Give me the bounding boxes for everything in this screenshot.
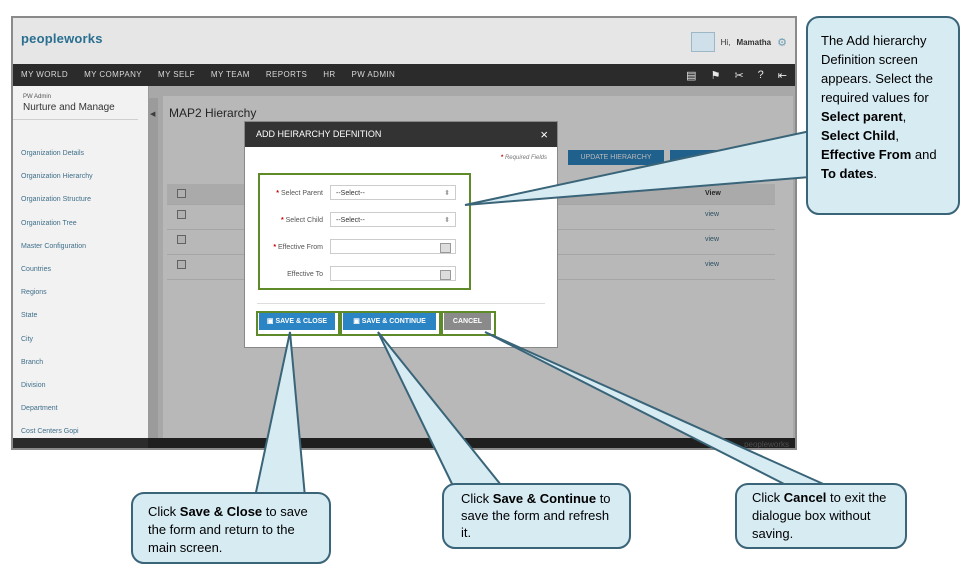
callout-text: and (911, 147, 937, 162)
callout-bold-text: Save & Close (179, 504, 263, 519)
callout-bold-text: Select parent (821, 109, 903, 124)
cancel-callout-pointer (484, 331, 831, 488)
callout-bold-text: Select Child (821, 128, 896, 143)
callout-text: , (895, 128, 900, 143)
callout-bold-text: Effective From (821, 147, 912, 162)
save-close-callout: Click Save & Close to save the form and … (131, 492, 331, 564)
callout-text: Click (148, 504, 180, 519)
callout-text: Click (461, 491, 493, 506)
cancel-callout: Click Cancel to exit the dialogue box wi… (735, 483, 907, 549)
callout-bold-text: Cancel (783, 490, 827, 505)
callout-text: Click (752, 490, 784, 505)
top-callout-pointer (464, 128, 837, 206)
callout-bold-text: Save & Continue (492, 491, 597, 506)
save-continue-callout: Click Save & Continue to save the form a… (442, 483, 631, 549)
save-close-callout-pointer (253, 331, 307, 498)
callout-text: The Add hierarchy Definition screen appe… (821, 33, 934, 105)
callout-bold-text: To dates (821, 166, 874, 181)
callout-text: . (873, 166, 878, 181)
callout-text: , (902, 109, 907, 124)
save-continue-callout-pointer (377, 331, 508, 491)
intro-callout: The Add hierarchy Definition screen appe… (806, 16, 960, 215)
